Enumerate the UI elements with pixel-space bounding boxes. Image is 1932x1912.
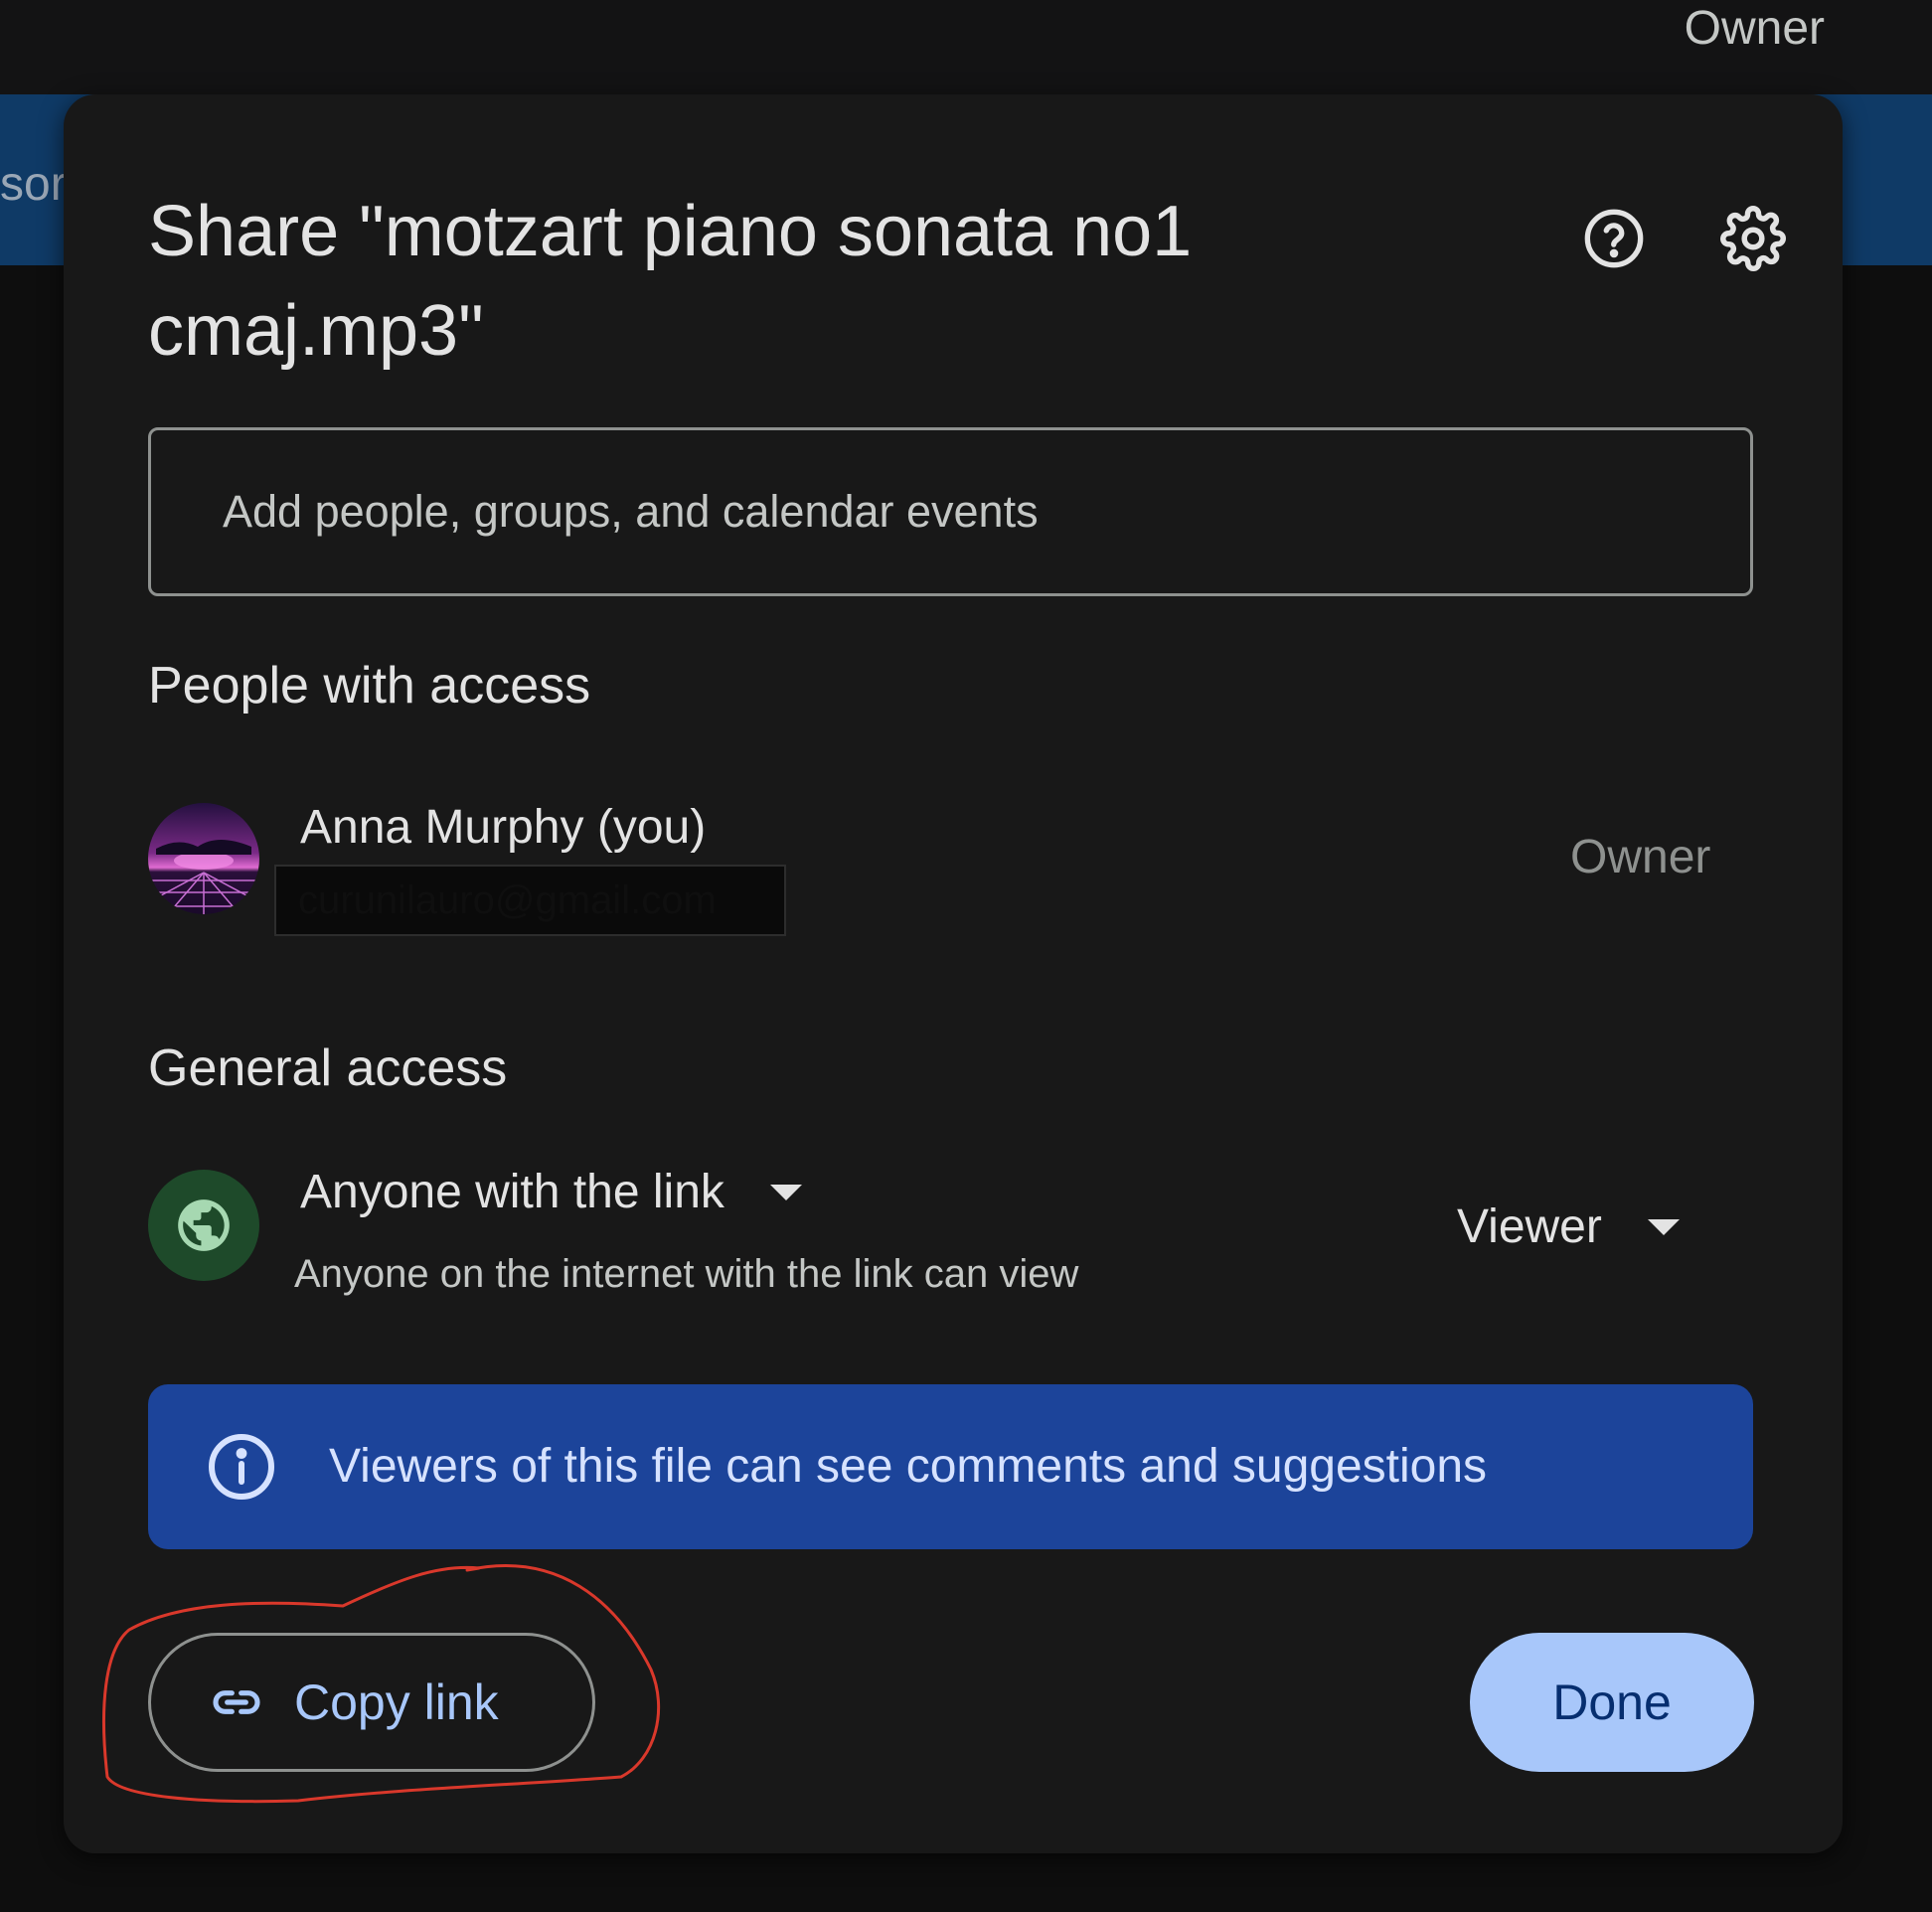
info-banner: Viewers of this file can see comments an… — [148, 1384, 1753, 1549]
globe-icon — [178, 1199, 230, 1251]
general-access-description: Anyone on the internet with the link can… — [294, 1252, 1079, 1296]
background-owner-label: Owner — [1684, 2, 1825, 55]
help-circle-icon — [1584, 209, 1644, 268]
done-button[interactable]: Done — [1470, 1633, 1754, 1772]
chevron-down-icon — [769, 1184, 802, 1200]
general-access-scope-dropdown[interactable]: Anyone with the link — [300, 1165, 802, 1219]
link-icon — [213, 1690, 260, 1714]
person-email-redacted: curunilauro@gmail.com — [274, 865, 786, 936]
person-name: Anna Murphy (you) — [300, 801, 707, 854]
globe-badge — [148, 1170, 259, 1281]
general-access-heading: General access — [148, 1039, 508, 1097]
app-topbar — [0, 0, 1932, 94]
dialog-title: Share "motzart piano sonata no1 cmaj.mp3… — [148, 192, 1193, 371]
info-banner-text: Viewers of this file can see comments an… — [329, 1440, 1488, 1493]
general-access-scope-label: Anyone with the link — [300, 1166, 724, 1218]
copy-link-button[interactable]: Copy link — [148, 1633, 595, 1772]
person-role: Owner — [1570, 831, 1711, 883]
background-band-text-left: sor — [0, 158, 67, 211]
add-people-field[interactable] — [148, 427, 1753, 596]
gear-icon — [1720, 206, 1786, 271]
info-icon — [209, 1434, 274, 1500]
settings-button[interactable] — [1703, 189, 1803, 288]
general-access-role-label: Viewer — [1457, 1200, 1602, 1253]
copy-link-label: Copy link — [294, 1674, 499, 1730]
help-button[interactable] — [1564, 189, 1664, 288]
chevron-down-icon — [1647, 1218, 1680, 1235]
share-dialog: Share "motzart piano sonata no1 cmaj.mp3… — [64, 94, 1843, 1853]
people-with-access-heading: People with access — [148, 657, 591, 715]
avatar — [148, 803, 259, 914]
add-people-input[interactable] — [223, 430, 1679, 593]
general-access-role-dropdown[interactable]: Viewer — [1457, 1199, 1680, 1254]
